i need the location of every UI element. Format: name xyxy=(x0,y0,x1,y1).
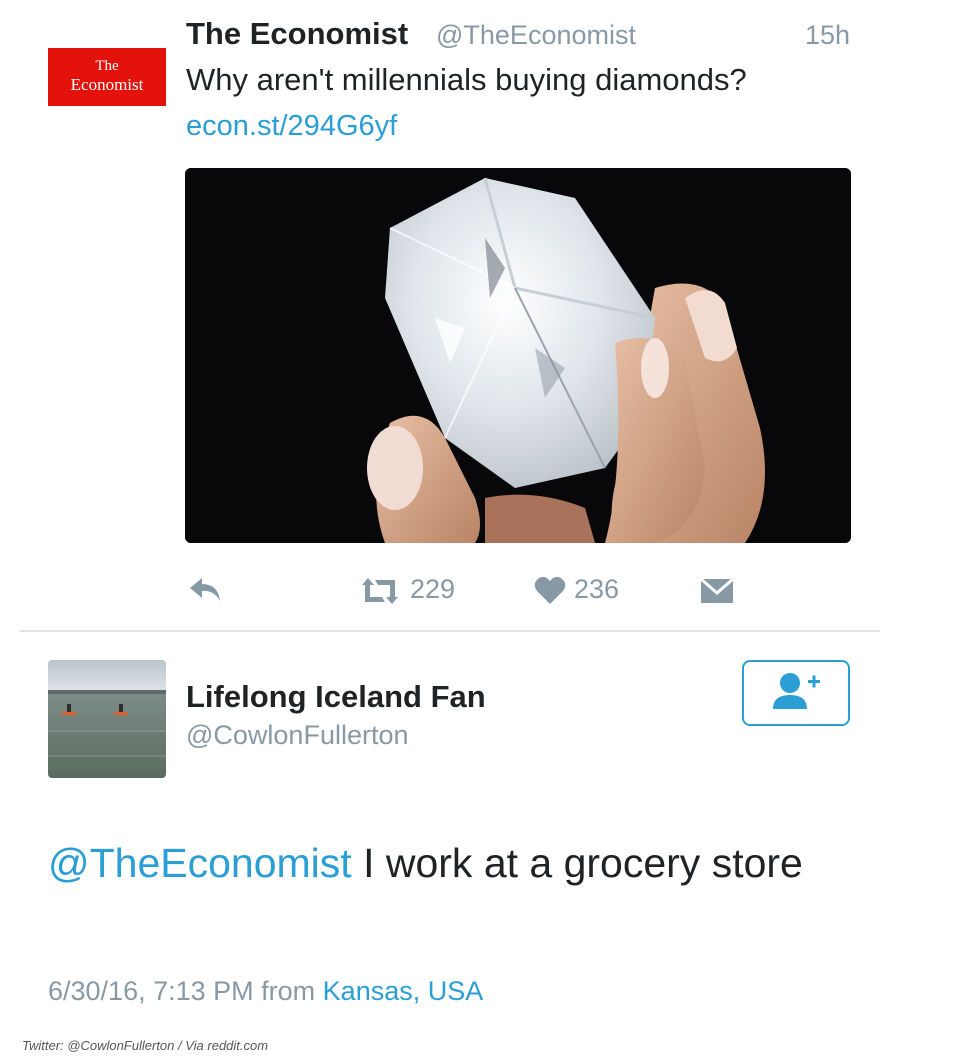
add-user-icon xyxy=(770,671,822,716)
mention-link[interactable]: @TheEconomist xyxy=(48,840,352,886)
retweet-count: 229 xyxy=(410,574,456,604)
image-credit: Twitter: @CowlonFullerton / Via reddit.c… xyxy=(22,1038,269,1053)
reply-body: I work at a grocery store xyxy=(351,840,803,886)
author-name[interactable]: Lifelong Iceland Fan xyxy=(186,679,486,715)
retweet-icon[interactable] xyxy=(358,577,402,605)
reply-text: @TheEconomist I work at a grocery store xyxy=(48,832,848,894)
tweet-location[interactable]: Kansas, USA xyxy=(323,976,484,1006)
tweet-meta: 6/30/16, 7:13 PM from Kansas, USA xyxy=(48,976,483,1007)
tweet-timestamp[interactable]: 15h xyxy=(796,20,850,51)
user-avatar[interactable] xyxy=(48,660,166,778)
tweet-divider xyxy=(20,630,880,632)
author-handle[interactable]: @CowlonFullerton xyxy=(186,720,409,751)
from-label: from xyxy=(261,976,316,1006)
reply-icon[interactable] xyxy=(188,576,222,604)
like-count: 236 xyxy=(574,574,620,604)
author-handle[interactable]: @TheEconomist xyxy=(436,20,636,51)
author-name[interactable]: The Economist xyxy=(186,16,408,52)
heart-icon[interactable] xyxy=(534,575,566,605)
tweet-text: Why aren't millennials buying diamonds? xyxy=(186,62,747,97)
tweet-photo-diamond[interactable] xyxy=(185,168,851,543)
logo-text-economist: Economist xyxy=(70,75,144,94)
logo-text-the: The xyxy=(95,58,119,74)
follow-button[interactable] xyxy=(742,660,850,726)
direct-message-icon[interactable] xyxy=(700,578,734,604)
economist-avatar[interactable]: The Economist xyxy=(48,48,166,106)
tweet-datetime[interactable]: 6/30/16, 7:13 PM xyxy=(48,976,254,1006)
tweet-link[interactable]: econ.st/294G6yf xyxy=(186,110,397,143)
